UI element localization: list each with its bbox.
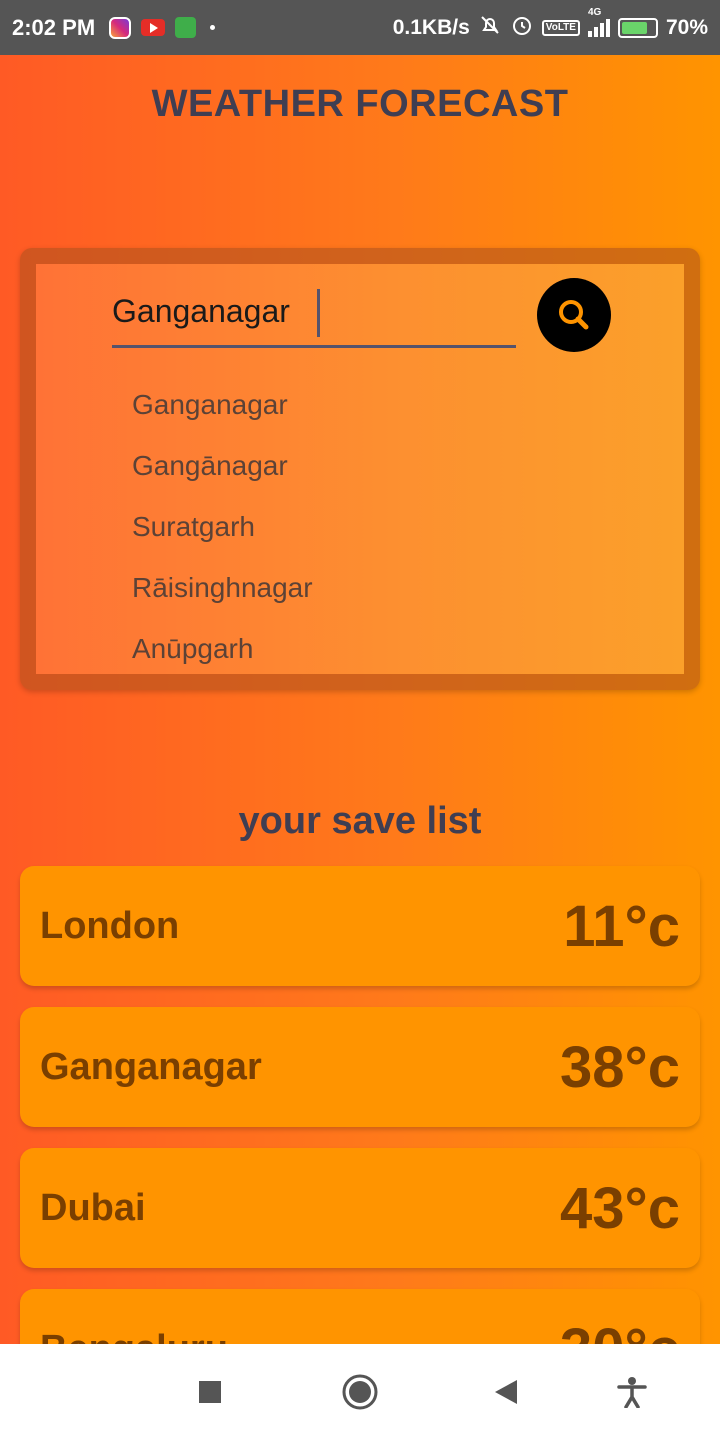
saved-city-card[interactable]: London 11°c <box>20 866 700 986</box>
app-area: WEATHER FORECAST Ganganagar Gangānagar S… <box>0 55 720 1344</box>
saved-city-temp: 11°c <box>563 893 680 959</box>
status-bar: 2:02 PM 0.1KB/s VoLTE 4G 70% <box>0 0 720 55</box>
accessibility-icon <box>617 1377 647 1408</box>
recents-icon <box>199 1381 221 1403</box>
search-button[interactable] <box>537 278 611 352</box>
suggestion-list: Ganganagar Gangānagar Suratgarh Rāisingh… <box>132 374 313 679</box>
saved-city-name: Ganganagar <box>40 1045 262 1088</box>
app-icon <box>175 17 197 38</box>
recents-button[interactable] <box>180 1344 240 1440</box>
suggestion-item[interactable]: Ganganagar <box>132 374 313 435</box>
battery-icon <box>617 17 658 38</box>
network-type: 4G <box>587 6 602 18</box>
save-list-title: your save list <box>238 800 482 842</box>
signal-icon: 4G <box>587 7 610 37</box>
battery-level <box>621 21 648 34</box>
accessibility-button[interactable] <box>602 1344 662 1440</box>
mute-icon <box>478 13 502 43</box>
network-speed: 0.1KB/s <box>392 15 470 39</box>
battery-percent: 70% <box>665 15 708 39</box>
back-icon <box>495 1380 517 1404</box>
app-title: WEATHER FORECAST <box>151 83 569 125</box>
search-card: Ganganagar Gangānagar Suratgarh Rāisingh… <box>20 248 700 690</box>
volte-icon: VoLTE <box>541 19 580 36</box>
saved-city-temp: 38°c <box>560 1034 680 1100</box>
saved-city-name: Bengaluru <box>40 1328 228 1345</box>
saved-city-card[interactable]: Ganganagar 38°c <box>20 1007 700 1127</box>
status-app-icons <box>109 16 216 39</box>
home-icon <box>342 1374 378 1410</box>
instagram-icon <box>109 16 132 39</box>
saved-city-card[interactable]: Bengaluru 30°c <box>20 1289 700 1344</box>
saved-city-name: London <box>40 904 180 947</box>
more-notifications-icon <box>210 25 216 30</box>
suggestion-item[interactable]: Rāisinghnagar <box>132 557 313 618</box>
navigation-bar <box>0 1344 720 1440</box>
alarm-icon <box>510 13 534 43</box>
status-time: 2:02 PM <box>12 14 96 40</box>
saved-city-temp: 30°c <box>560 1316 680 1345</box>
saved-city-temp: 43°c <box>560 1175 680 1241</box>
suggestion-item[interactable]: Suratgarh <box>132 496 313 557</box>
search-icon <box>559 300 589 330</box>
city-search-input[interactable] <box>112 288 516 348</box>
status-right: 0.1KB/s VoLTE 4G 70% <box>392 7 708 43</box>
back-button[interactable] <box>476 1344 536 1440</box>
search-panel: Ganganagar Gangānagar Suratgarh Rāisingh… <box>36 264 684 674</box>
text-cursor <box>317 289 320 337</box>
youtube-icon <box>141 19 166 36</box>
saved-city-name: Dubai <box>40 1186 146 1229</box>
saved-city-card[interactable]: Dubai 43°c <box>20 1148 700 1268</box>
suggestion-item[interactable]: Gangānagar <box>132 435 313 496</box>
suggestion-item[interactable]: Anūpgarh <box>132 618 313 679</box>
home-button[interactable] <box>330 1344 390 1440</box>
